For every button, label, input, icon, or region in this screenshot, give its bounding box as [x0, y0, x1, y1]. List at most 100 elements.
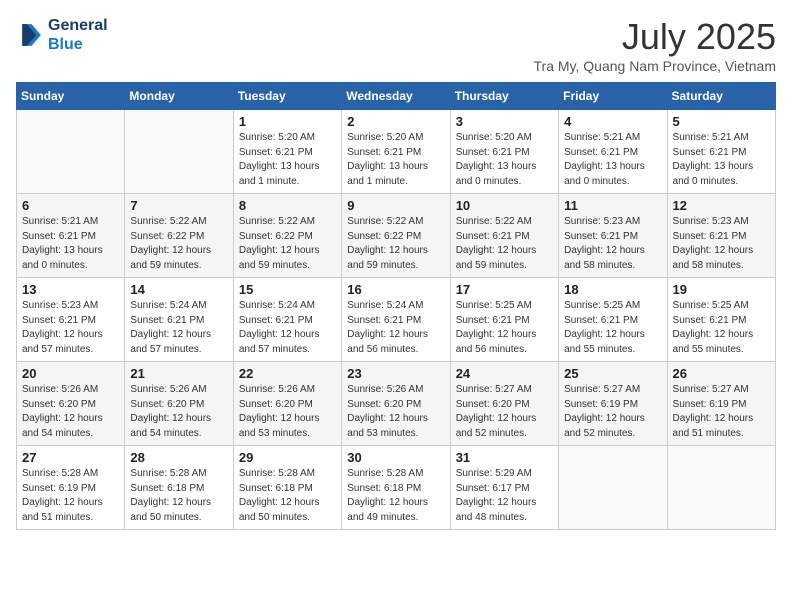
day-number: 25: [564, 366, 661, 381]
day-number: 3: [456, 114, 553, 129]
day-info: Sunrise: 5:26 AM Sunset: 6:20 PM Dayligh…: [22, 383, 119, 441]
calendar-cell: 7 Sunrise: 5:22 AM Sunset: 6:22 PM Daylig…: [125, 194, 233, 278]
day-number: 22: [239, 366, 336, 381]
calendar-cell: 28 Sunrise: 5:28 AM Sunset: 6:18 PM Dayli…: [125, 446, 233, 530]
weekday-header-monday: Monday: [125, 83, 233, 110]
calendar-week-2: 6Sunrise: 5:21 AM Sunset: 6:21 PM Daylig…: [17, 194, 776, 278]
day-number: 31: [456, 450, 553, 465]
day-number: 28: [130, 450, 227, 465]
calendar-cell: 25Sunrise: 5:27 AM Sunset: 6:19 PM Dayli…: [559, 362, 667, 446]
logo: General Blue: [16, 16, 108, 54]
day-info: Sunrise: 5:26 AM Sunset: 6:20 PM Dayligh…: [239, 383, 336, 441]
day-number: 21: [130, 366, 227, 381]
day-number: 17: [456, 282, 553, 297]
day-number: 8: [239, 198, 336, 213]
day-number: 26: [673, 366, 770, 381]
day-number: 15: [239, 282, 336, 297]
calendar-cell: 19Sunrise: 5:25 AM Sunset: 6:21 PM Dayli…: [667, 278, 775, 362]
page-header: General Blue July 2025 Tra My, Quang Nam…: [16, 16, 776, 74]
day-info: Sunrise: 5:20 AM Sunset: 6:21 PM Dayligh…: [456, 131, 553, 189]
day-info: Sunrise: 5:28 AM Sunset: 6:18 PM Dayligh…: [130, 467, 227, 525]
calendar-cell: 9Sunrise: 5:22 AM Sunset: 6:22 PM Daylig…: [342, 194, 450, 278]
day-number: 30: [347, 450, 444, 465]
logo-text: General Blue: [48, 16, 108, 54]
day-info: Sunrise: 5:27 AM Sunset: 6:20 PM Dayligh…: [456, 383, 553, 441]
day-info: Sunrise: 5:21 AM Sunset: 6:21 PM Dayligh…: [673, 131, 770, 189]
day-number: 4: [564, 114, 661, 129]
calendar-cell: 13 Sunrise: 5:23 AM Sunset: 6:21 PM Dayli…: [17, 278, 125, 362]
calendar-cell: 5 Sunrise: 5:21 AM Sunset: 6:21 PM Daylig…: [667, 110, 775, 194]
day-number: 13: [22, 282, 119, 297]
day-number: 20: [22, 366, 119, 381]
weekday-header-tuesday: Tuesday: [233, 83, 341, 110]
calendar-cell: 23 Sunrise: 5:26 AM Sunset: 6:20 PM Dayli…: [342, 362, 450, 446]
calendar-cell: [559, 446, 667, 530]
calendar-week-3: 13 Sunrise: 5:23 AM Sunset: 6:21 PM Dayli…: [17, 278, 776, 362]
day-info: Sunrise: 5:28 AM Sunset: 6:19 PM Dayligh…: [22, 467, 119, 525]
day-info: Sunrise: 5:25 AM Sunset: 6:21 PM Dayligh…: [456, 299, 553, 357]
calendar-cell: 3 Sunrise: 5:20 AM Sunset: 6:21 PM Daylig…: [450, 110, 558, 194]
day-info: Sunrise: 5:23 AM Sunset: 6:21 PM Dayligh…: [22, 299, 119, 357]
day-info: Sunrise: 5:26 AM Sunset: 6:20 PM Dayligh…: [347, 383, 444, 441]
weekday-header-sunday: Sunday: [17, 83, 125, 110]
weekday-header-row: SundayMondayTuesdayWednesdayThursdayFrid…: [17, 83, 776, 110]
calendar-week-5: 27 Sunrise: 5:28 AM Sunset: 6:19 PM Dayli…: [17, 446, 776, 530]
calendar-cell: 6Sunrise: 5:21 AM Sunset: 6:21 PM Daylig…: [17, 194, 125, 278]
calendar-cell: 4 Sunrise: 5:21 AM Sunset: 6:21 PM Daylig…: [559, 110, 667, 194]
day-number: 24: [456, 366, 553, 381]
day-info: Sunrise: 5:23 AM Sunset: 6:21 PM Dayligh…: [673, 215, 770, 273]
day-info: Sunrise: 5:24 AM Sunset: 6:21 PM Dayligh…: [347, 299, 444, 357]
logo-icon: [16, 21, 44, 49]
day-number: 16: [347, 282, 444, 297]
day-info: Sunrise: 5:25 AM Sunset: 6:21 PM Dayligh…: [564, 299, 661, 357]
day-info: Sunrise: 5:22 AM Sunset: 6:22 PM Dayligh…: [347, 215, 444, 273]
calendar-cell: 18 Sunrise: 5:25 AM Sunset: 6:21 PM Dayli…: [559, 278, 667, 362]
calendar-cell: [17, 110, 125, 194]
calendar-cell: [667, 446, 775, 530]
day-info: Sunrise: 5:29 AM Sunset: 6:17 PM Dayligh…: [456, 467, 553, 525]
calendar-cell: [125, 110, 233, 194]
calendar-cell: 15 Sunrise: 5:24 AM Sunset: 6:21 PM Dayli…: [233, 278, 341, 362]
location-subtitle: Tra My, Quang Nam Province, Vietnam: [534, 58, 777, 74]
day-number: 23: [347, 366, 444, 381]
day-number: 27: [22, 450, 119, 465]
day-number: 11: [564, 198, 661, 213]
calendar-cell: 2 Sunrise: 5:20 AM Sunset: 6:21 PM Daylig…: [342, 110, 450, 194]
day-info: Sunrise: 5:22 AM Sunset: 6:22 PM Dayligh…: [130, 215, 227, 273]
calendar-week-1: 1 Sunrise: 5:20 AM Sunset: 6:21 PM Daylig…: [17, 110, 776, 194]
weekday-header-friday: Friday: [559, 83, 667, 110]
day-info: Sunrise: 5:22 AM Sunset: 6:22 PM Dayligh…: [239, 215, 336, 273]
day-number: 7: [130, 198, 227, 213]
calendar-cell: 20 Sunrise: 5:26 AM Sunset: 6:20 PM Dayli…: [17, 362, 125, 446]
calendar-cell: 16 Sunrise: 5:24 AM Sunset: 6:21 PM Dayli…: [342, 278, 450, 362]
day-number: 29: [239, 450, 336, 465]
calendar-cell: 31 Sunrise: 5:29 AM Sunset: 6:17 PM Dayli…: [450, 446, 558, 530]
day-info: Sunrise: 5:21 AM Sunset: 6:21 PM Dayligh…: [22, 215, 119, 273]
day-number: 10: [456, 198, 553, 213]
calendar-week-4: 20 Sunrise: 5:26 AM Sunset: 6:20 PM Dayli…: [17, 362, 776, 446]
calendar-cell: 27 Sunrise: 5:28 AM Sunset: 6:19 PM Dayli…: [17, 446, 125, 530]
weekday-header-wednesday: Wednesday: [342, 83, 450, 110]
day-number: 19: [673, 282, 770, 297]
calendar-cell: 1 Sunrise: 5:20 AM Sunset: 6:21 PM Daylig…: [233, 110, 341, 194]
day-info: Sunrise: 5:22 AM Sunset: 6:21 PM Dayligh…: [456, 215, 553, 273]
day-number: 12: [673, 198, 770, 213]
calendar-cell: 11Sunrise: 5:23 AM Sunset: 6:21 PM Dayli…: [559, 194, 667, 278]
day-info: Sunrise: 5:28 AM Sunset: 6:18 PM Dayligh…: [347, 467, 444, 525]
month-year-title: July 2025: [534, 16, 777, 58]
day-number: 2: [347, 114, 444, 129]
day-number: 5: [673, 114, 770, 129]
day-info: Sunrise: 5:26 AM Sunset: 6:20 PM Dayligh…: [130, 383, 227, 441]
day-info: Sunrise: 5:20 AM Sunset: 6:21 PM Dayligh…: [239, 131, 336, 189]
day-info: Sunrise: 5:20 AM Sunset: 6:21 PM Dayligh…: [347, 131, 444, 189]
calendar-cell: 10 Sunrise: 5:22 AM Sunset: 6:21 PM Dayli…: [450, 194, 558, 278]
calendar-table: SundayMondayTuesdayWednesdayThursdayFrid…: [16, 82, 776, 530]
day-info: Sunrise: 5:21 AM Sunset: 6:21 PM Dayligh…: [564, 131, 661, 189]
calendar-cell: 29Sunrise: 5:28 AM Sunset: 6:18 PM Dayli…: [233, 446, 341, 530]
weekday-header-thursday: Thursday: [450, 83, 558, 110]
day-info: Sunrise: 5:24 AM Sunset: 6:21 PM Dayligh…: [239, 299, 336, 357]
day-number: 18: [564, 282, 661, 297]
calendar-cell: 24 Sunrise: 5:27 AM Sunset: 6:20 PM Dayli…: [450, 362, 558, 446]
day-number: 1: [239, 114, 336, 129]
calendar-cell: 8 Sunrise: 5:22 AM Sunset: 6:22 PM Daylig…: [233, 194, 341, 278]
